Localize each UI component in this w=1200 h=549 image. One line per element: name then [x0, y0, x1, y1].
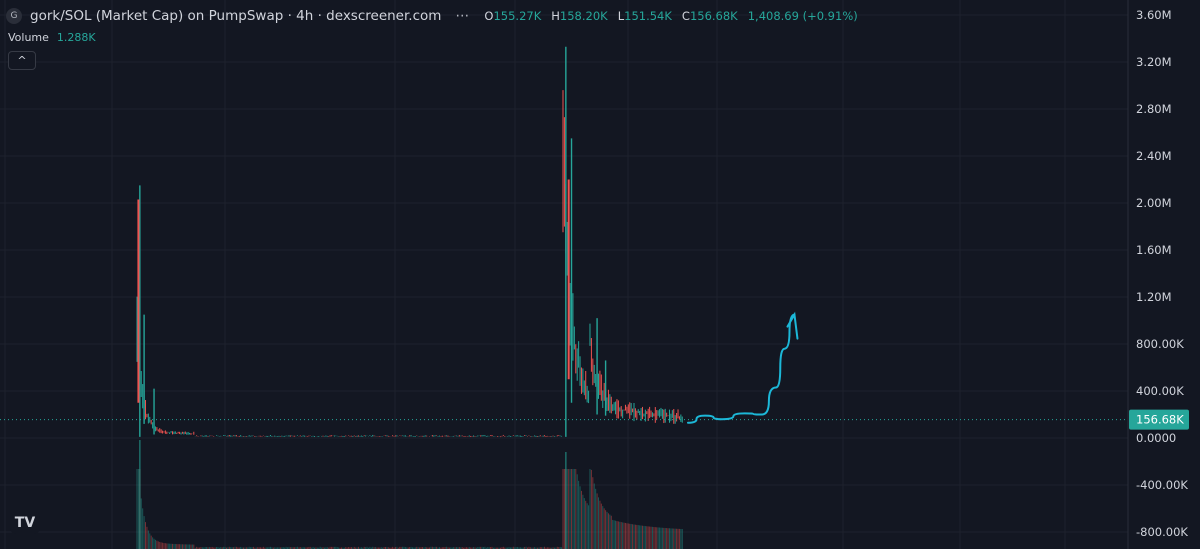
price-chart[interactable]: 3.60M 3.20M 2.80M 2.40M 2.00M 1.60M 1.20M 800.0… — [0, 0, 1200, 549]
volume-value: 1.288K — [56, 31, 96, 44]
chart-header: G gork/SOL (Market Cap) on PumpSwap · 4h… — [6, 6, 858, 26]
projection-drawing — [686, 313, 796, 424]
open-value: 155.27K — [493, 9, 542, 23]
high-label: H — [551, 9, 560, 23]
y-tick-label: 1.20M — [1136, 290, 1172, 304]
high-value: 158.20K — [559, 9, 608, 23]
volume-legend: Volume 1.288K — [8, 31, 96, 44]
y-tick-label: 2.00M — [1136, 196, 1172, 210]
volume-label: Volume — [8, 31, 49, 44]
y-tick-label: 800.00K — [1136, 337, 1184, 351]
logo-text: TV — [14, 515, 36, 531]
y-tick-label: -400.00K — [1136, 478, 1188, 492]
more-dots-icon[interactable]: ⋯ — [449, 8, 476, 24]
chevron-up-icon: ^ — [17, 54, 27, 67]
y-tick-label: 3.60M — [1136, 8, 1172, 22]
change-value: 1,408.69 (+0.91%) — [747, 9, 858, 23]
ohlc-readout: O155.27K H158.20K L151.54K C156.68K 1,40… — [484, 9, 857, 23]
y-tick-label: 2.80M — [1136, 102, 1172, 116]
y-tick-label: -800.00K — [1136, 525, 1188, 539]
symbol-icon[interactable]: G — [6, 8, 22, 24]
current-price-label: 156.68K — [1136, 413, 1184, 427]
y-tick-label: 400.00K — [1136, 384, 1184, 398]
collapse-legend-button[interactable]: ^ — [8, 51, 36, 70]
tradingview-logo[interactable]: TV — [10, 512, 40, 534]
y-tick-label: 3.20M — [1136, 55, 1172, 69]
y-tick-label: 1.60M — [1136, 243, 1172, 257]
y-tick-label: 2.40M — [1136, 149, 1172, 163]
close-label: C — [681, 9, 690, 23]
y-tick-label: 0.0000 — [1136, 431, 1176, 445]
low-value: 151.54K — [624, 9, 672, 23]
close-value: 156.68K — [689, 9, 738, 23]
chart-title: gork/SOL (Market Cap) on PumpSwap · 4h ·… — [30, 8, 442, 24]
